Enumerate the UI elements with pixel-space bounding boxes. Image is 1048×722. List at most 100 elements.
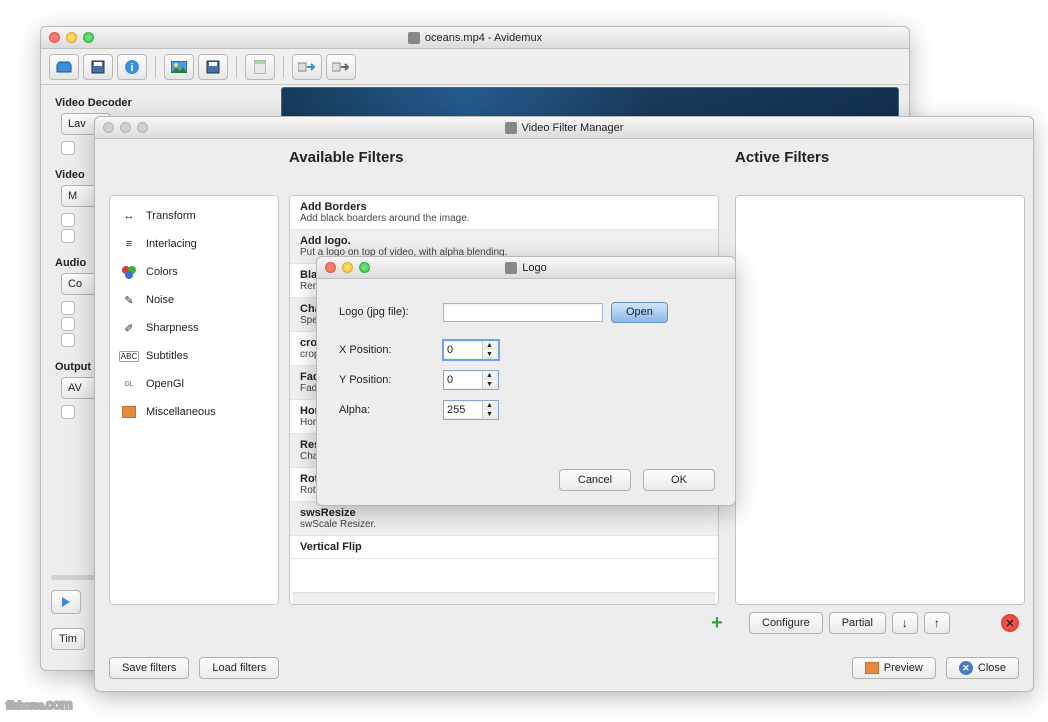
move-down-button[interactable]: ↓ bbox=[892, 612, 918, 634]
fm-titlebar: Video Filter Manager bbox=[95, 117, 1033, 139]
open-button[interactable] bbox=[49, 54, 79, 80]
filter-item: swsResizeswScale Resizer. bbox=[290, 502, 718, 536]
colors-icon bbox=[120, 264, 138, 280]
active-filters-heading: Active Filters bbox=[735, 149, 829, 166]
zoom-icon[interactable] bbox=[83, 32, 94, 43]
spin-up-icon[interactable]: ▲ bbox=[483, 401, 496, 410]
transform-icon: ↔ bbox=[120, 208, 138, 224]
cat-subtitles[interactable]: ABCSubtitles bbox=[116, 342, 272, 370]
cat-opengl[interactable]: GLOpenGl bbox=[116, 370, 272, 398]
noise-icon: ✎ bbox=[120, 292, 138, 308]
export2-button[interactable] bbox=[326, 54, 356, 80]
preview-button[interactable]: Preview bbox=[852, 657, 936, 679]
configure-button[interactable]: Configure bbox=[749, 612, 823, 634]
image-button[interactable] bbox=[164, 54, 194, 80]
app-icon bbox=[505, 122, 517, 134]
arrow-down-icon: ↓ bbox=[902, 616, 908, 630]
fm-title: Video Filter Manager bbox=[522, 122, 624, 134]
close-icon[interactable] bbox=[103, 122, 114, 133]
spin-up-icon[interactable]: ▲ bbox=[483, 371, 496, 380]
open-file-button[interactable]: Open bbox=[611, 302, 668, 323]
x-label: X Position: bbox=[339, 344, 435, 356]
close-button[interactable]: ✕Close bbox=[946, 657, 1019, 679]
load-filters-button[interactable]: Load filters bbox=[199, 657, 279, 679]
video-check1[interactable] bbox=[61, 213, 75, 227]
audio-check1[interactable] bbox=[61, 301, 75, 315]
filter-item: Add BordersAdd black boarders around the… bbox=[290, 196, 718, 230]
y-position-input[interactable] bbox=[444, 372, 482, 388]
logo-title: Logo bbox=[522, 262, 546, 274]
logo-titlebar: Logo bbox=[317, 257, 735, 279]
zoom-icon[interactable] bbox=[137, 122, 148, 133]
export-button[interactable] bbox=[292, 54, 322, 80]
minimize-icon[interactable] bbox=[66, 32, 77, 43]
cat-noise[interactable]: ✎Noise bbox=[116, 286, 272, 314]
minimize-icon[interactable] bbox=[120, 122, 131, 133]
minimize-icon[interactable] bbox=[342, 262, 353, 273]
alpha-input[interactable] bbox=[444, 402, 482, 418]
misc-icon bbox=[120, 404, 138, 420]
save-filters-button[interactable]: Save filters bbox=[109, 657, 189, 679]
horizontal-scrollbar[interactable] bbox=[293, 592, 715, 604]
subtitles-icon: ABC bbox=[120, 348, 138, 364]
category-list: ↔Transform ≡Interlacing Colors ✎Noise ✐S… bbox=[109, 195, 279, 605]
main-toolbar: i bbox=[41, 49, 909, 85]
arrow-up-icon: ↑ bbox=[934, 616, 940, 630]
cat-transform[interactable]: ↔Transform bbox=[116, 202, 272, 230]
active-filters-list[interactable] bbox=[735, 195, 1025, 605]
save2-button[interactable] bbox=[198, 54, 228, 80]
cat-colors[interactable]: Colors bbox=[116, 258, 272, 286]
x-icon: ✕ bbox=[1005, 617, 1014, 630]
alpha-spinner[interactable]: ▲▼ bbox=[443, 400, 499, 420]
watermark: filehorse.com bbox=[6, 684, 72, 716]
save-button[interactable] bbox=[83, 54, 113, 80]
move-up-button[interactable]: ↑ bbox=[924, 612, 950, 634]
calc-button[interactable] bbox=[245, 54, 275, 80]
svg-text:i: i bbox=[130, 62, 133, 74]
y-position-spinner[interactable]: ▲▼ bbox=[443, 370, 499, 390]
main-title: oceans.mp4 - Avidemux bbox=[425, 32, 542, 44]
interlacing-icon: ≡ bbox=[120, 236, 138, 252]
available-filters-heading: Available Filters bbox=[289, 149, 404, 166]
alpha-label: Alpha: bbox=[339, 404, 435, 416]
decoder-check[interactable] bbox=[61, 141, 75, 155]
cat-misc[interactable]: Miscellaneous bbox=[116, 398, 272, 426]
preview-icon bbox=[865, 662, 879, 674]
logo-dialog: Logo Logo (jpg file): Open X Position: ▲… bbox=[316, 256, 736, 506]
filter-item: Vertical Flip bbox=[290, 536, 718, 559]
spin-down-icon[interactable]: ▼ bbox=[483, 380, 496, 389]
add-filter-button[interactable]: + bbox=[705, 611, 729, 635]
zoom-icon[interactable] bbox=[359, 262, 370, 273]
y-label: Y Position: bbox=[339, 374, 435, 386]
spin-down-icon[interactable]: ▼ bbox=[483, 410, 496, 419]
time-button[interactable]: Tim bbox=[51, 628, 85, 650]
x-position-spinner[interactable]: ▲▼ bbox=[443, 340, 499, 360]
partial-button[interactable]: Partial bbox=[829, 612, 886, 634]
spin-up-icon[interactable]: ▲ bbox=[483, 341, 496, 350]
output-check[interactable] bbox=[61, 405, 75, 419]
remove-filter-button[interactable]: ✕ bbox=[1001, 614, 1019, 632]
play-button[interactable] bbox=[51, 590, 81, 614]
cat-interlacing[interactable]: ≡Interlacing bbox=[116, 230, 272, 258]
app-icon bbox=[505, 262, 517, 274]
video-check2[interactable] bbox=[61, 229, 75, 243]
file-label: Logo (jpg file): bbox=[339, 306, 435, 318]
audio-check2[interactable] bbox=[61, 317, 75, 331]
close-x-icon: ✕ bbox=[959, 661, 973, 675]
cat-sharpness[interactable]: ✐Sharpness bbox=[116, 314, 272, 342]
close-icon[interactable] bbox=[49, 32, 60, 43]
x-position-input[interactable] bbox=[444, 342, 482, 358]
file-input[interactable] bbox=[443, 303, 603, 322]
audio-check3[interactable] bbox=[61, 333, 75, 347]
app-icon bbox=[408, 32, 420, 44]
info-button[interactable]: i bbox=[117, 54, 147, 80]
decoder-label: Video Decoder bbox=[55, 97, 251, 109]
sharpness-icon: ✐ bbox=[120, 320, 138, 336]
close-icon[interactable] bbox=[325, 262, 336, 273]
plus-icon: + bbox=[711, 612, 723, 635]
cancel-button[interactable]: Cancel bbox=[559, 469, 631, 491]
main-titlebar: oceans.mp4 - Avidemux bbox=[41, 27, 909, 49]
ok-button[interactable]: OK bbox=[643, 469, 715, 491]
opengl-icon: GL bbox=[120, 376, 138, 392]
spin-down-icon[interactable]: ▼ bbox=[483, 350, 496, 359]
